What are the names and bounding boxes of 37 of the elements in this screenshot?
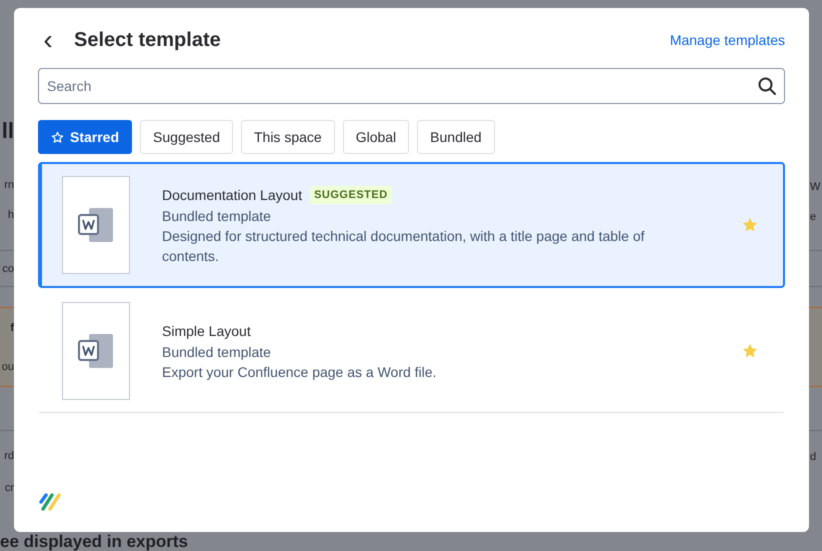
template-name: Simple Layout xyxy=(162,322,251,341)
background-text: f xyxy=(10,320,14,334)
suggested-lozenge: SUGGESTED xyxy=(310,186,392,204)
template-item[interactable]: Documentation Layout SUGGESTED Bundled template Designed for structured technical documentation, with a title page and table of contents. xyxy=(38,162,785,288)
manage-templates-link[interactable]: Manage templates xyxy=(670,30,785,50)
background-text: co xyxy=(2,262,14,276)
background-text: W xyxy=(810,180,820,192)
template-description: Export your Confluence page as a Word file. xyxy=(162,362,438,382)
background-text: ou xyxy=(2,360,14,374)
background-text: h xyxy=(8,208,14,222)
document-icon xyxy=(76,331,116,371)
template-description: Designed for structured technical documentation, with a title page and table of contents. xyxy=(162,226,646,266)
filter-tab[interactable]: Global xyxy=(342,120,410,154)
background-text: rn xyxy=(4,178,14,192)
background-text: cr xyxy=(4,481,14,495)
filter-tab[interactable]: Suggested xyxy=(140,120,233,154)
back-button[interactable]: ‹ xyxy=(38,28,58,52)
star-icon xyxy=(51,130,64,144)
filter-tab[interactable]: Starred xyxy=(38,120,132,154)
template-type: Bundled template xyxy=(162,206,272,226)
background-heading: ll xyxy=(2,117,14,145)
document-icon xyxy=(76,205,116,245)
star-icon[interactable] xyxy=(741,342,759,360)
background-heading: ee displayed in exports xyxy=(0,533,188,551)
template-type: Bundled template xyxy=(162,342,272,362)
template-name: Documentation Layout xyxy=(162,186,302,205)
background-text: rd xyxy=(4,448,14,462)
dialog-title: Select template xyxy=(74,28,221,52)
filter-tab[interactable]: This space xyxy=(240,120,335,154)
template-item[interactable]: Simple Layout Bundled template Export your Confluence page as a Word file. xyxy=(38,288,785,413)
search-icon xyxy=(757,76,777,96)
logo-icon xyxy=(38,492,62,512)
background-text: d xyxy=(810,451,816,463)
filter-tab[interactable]: Bundled xyxy=(417,120,495,154)
search-field[interactable]: Search xyxy=(38,68,785,104)
star-icon[interactable] xyxy=(741,216,759,234)
background-text: e xyxy=(810,210,816,222)
